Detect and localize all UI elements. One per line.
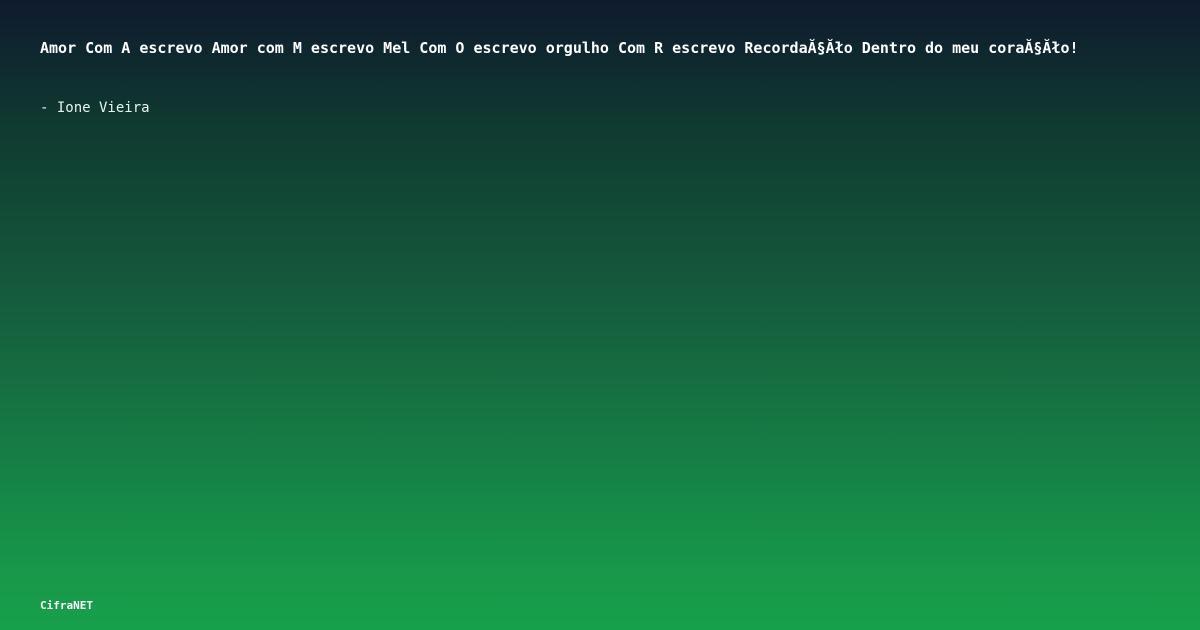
quote-text: Amor Com A escrevo Amor com M escrevo Me… [40, 39, 1079, 57]
quote-card: Amor Com A escrevo Amor com M escrevo Me… [0, 0, 1200, 630]
brand-logo-text: CifraNET [40, 599, 93, 612]
quote-author: - Ione Vieira [40, 100, 150, 116]
